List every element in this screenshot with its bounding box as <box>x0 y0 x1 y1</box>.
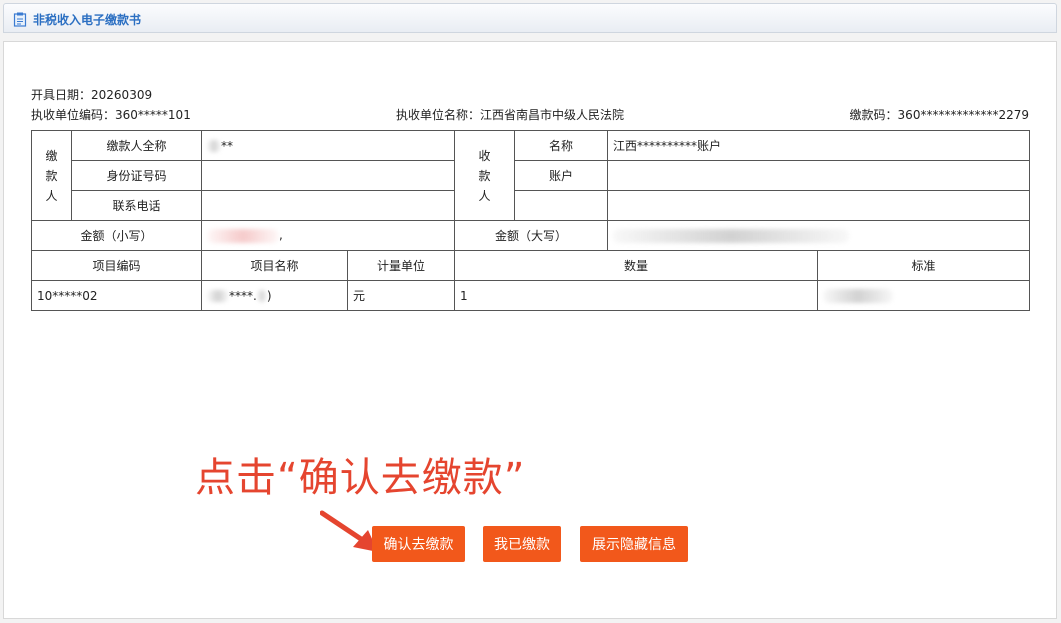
redaction-mask <box>207 228 279 243</box>
page-title: 非税收入电子缴款书 <box>33 13 142 27</box>
unit-name: 执收单位名称：江西省南昌市中级人民法院 <box>396 106 624 123</box>
amount-big-cell <box>606 220 1031 251</box>
payer-name-value: ** <box>221 138 233 153</box>
amount-small-value: , <box>279 228 283 243</box>
payer-id-value <box>201 160 455 191</box>
item-name-cell: ****.) <box>201 280 348 311</box>
issue-date-value: 20260309 <box>91 88 153 102</box>
payer-row-phone: 联系电话 <box>32 190 1031 221</box>
payment-panel: 开具日期：20260309 执收单位编码：360*****101 执收单位名称：… <box>3 41 1057 619</box>
unit-code-value: 360*****101 <box>115 108 191 122</box>
payer-name-label: 缴款人全称 <box>71 130 202 161</box>
issue-date-label: 开具日期： <box>31 88 92 102</box>
item-name: ****. <box>229 288 257 303</box>
payer-id-label: 身份证号码 <box>71 160 202 191</box>
col-header-name: 项目名称 <box>201 250 348 281</box>
col-header-code: 项目编码 <box>31 250 202 281</box>
col-header-qty: 数量 <box>454 250 818 281</box>
items-header-row: 项目编码 项目名称 计量单位 数量 标准 金额 <box>31 250 1031 281</box>
pay-code: 缴款码：360*************2279 <box>850 106 1029 123</box>
payee-group-char: 人 <box>478 188 491 203</box>
unit-code: 执收单位编码：360*****101 <box>31 106 191 123</box>
payer-name-cell: ** <box>201 130 455 161</box>
redaction-mask <box>823 288 893 303</box>
payer-group-char: 人 <box>45 188 58 203</box>
amount-big-label: 金额（大写） <box>454 220 608 251</box>
unit-name-value: 江西省南昌市中级人民法院 <box>480 108 625 122</box>
unit-code-label: 执收单位编码： <box>31 108 116 122</box>
redaction-mask <box>256 290 267 302</box>
document-icon <box>13 12 27 27</box>
item-name-suffix: ) <box>266 288 272 303</box>
confirm-pay-button[interactable]: 确认去缴款 <box>372 526 465 562</box>
redaction-mask <box>613 228 849 243</box>
payee-account-label: 账户 <box>514 160 608 191</box>
payment-form-table: 缴 款 人 缴款人全称 ** 收 款 人 名称 江西**********账户 身… <box>31 130 1031 311</box>
payee-name-label: 名称 <box>514 130 608 161</box>
col-header-unit: 计量单位 <box>347 250 455 281</box>
payer-row-name: 缴 款 人 缴款人全称 ** 收 款 人 名称 江西**********账户 <box>31 130 1031 221</box>
redaction-mask <box>207 290 229 302</box>
item-code: 10*****02 <box>31 280 202 311</box>
amount-small-cell: , <box>201 220 455 251</box>
issue-date: 开具日期：20260309 <box>31 86 152 103</box>
instruction-hint: 点击“确认去缴款” <box>195 455 526 501</box>
payer-phone-value <box>201 190 455 221</box>
amount-small-label: 金额（小写） <box>31 220 202 251</box>
pay-code-label: 缴款码： <box>849 108 898 122</box>
payee-account-value <box>606 160 1031 191</box>
payee-group-char: 收 <box>478 148 491 163</box>
payee-group-label: 收 款 人 <box>454 130 515 221</box>
table-row: 10*****02 ****.) 元 1 <box>31 280 1031 311</box>
item-qty: 1 <box>454 280 818 311</box>
col-header-standard: 标准 <box>816 250 1031 281</box>
item-standard-cell <box>816 280 1031 311</box>
amount-row: 金额（小写） , 金额（大写） <box>31 220 1031 251</box>
already-paid-button[interactable]: 我已缴款 <box>483 526 561 562</box>
pay-code-value: 360*************2279 <box>897 108 1029 122</box>
payer-group-char: 款 <box>45 168 58 183</box>
show-hidden-info-button[interactable]: 展示隐藏信息 <box>580 526 688 562</box>
page-header: 非税收入电子缴款书 <box>3 3 1057 33</box>
payee-bank-label <box>514 190 608 221</box>
item-unit: 元 <box>347 280 455 311</box>
payer-group-label: 缴 款 人 <box>31 130 72 221</box>
payee-group-char: 款 <box>478 168 491 183</box>
payer-phone-label: 联系电话 <box>71 190 202 221</box>
payer-row-id: 身份证号码 账户 <box>32 160 1031 191</box>
payer-group-char: 缴 <box>45 148 58 163</box>
payee-name-value: 江西**********账户 <box>606 130 1031 161</box>
redaction-mask <box>207 140 221 152</box>
unit-name-label: 执收单位名称： <box>396 108 481 122</box>
payee-bank-value <box>606 190 1031 221</box>
